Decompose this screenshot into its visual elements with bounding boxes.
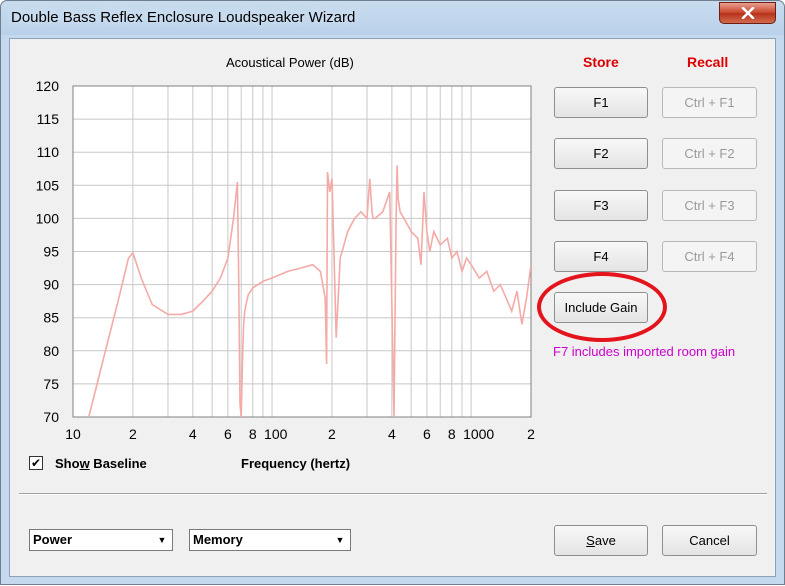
y-tick-label: 80 <box>43 343 59 359</box>
recall-f1-button[interactable]: Ctrl + F1 <box>662 87 757 118</box>
x-tick-label: 1000 <box>463 426 494 442</box>
x-tick-label: 4 <box>388 426 396 442</box>
x-tick-label: 8 <box>448 426 456 442</box>
room-gain-hint: F7 includes imported room gain <box>553 344 736 359</box>
x-tick-label: 8 <box>249 426 257 442</box>
store-header: Store <box>583 54 619 70</box>
recall-header: Recall <box>687 54 729 70</box>
mode-select[interactable]: Power ▼ <box>29 529 173 551</box>
y-tick-label: 100 <box>36 210 60 226</box>
store-f3-button[interactable]: F3 <box>554 190 648 221</box>
y-tick-label: 70 <box>43 409 59 425</box>
x-tick-label: 4 <box>189 426 197 442</box>
x-tick-label: 10 <box>65 426 81 442</box>
recall-f3-button[interactable]: Ctrl + F3 <box>662 190 757 221</box>
separator <box>19 493 767 495</box>
y-tick-label: 105 <box>36 177 60 193</box>
y-tick-label: 90 <box>43 277 59 293</box>
show-baseline-label[interactable]: Show Baseline <box>55 456 147 471</box>
y-tick-label: 115 <box>37 111 60 127</box>
memory-select[interactable]: Memory ▼ <box>189 529 351 551</box>
y-tick-label: 75 <box>43 376 59 392</box>
save-button[interactable]: Save <box>554 525 648 556</box>
y-tick-label: 95 <box>43 244 59 260</box>
x-tick-label: 100 <box>264 426 288 442</box>
store-f1-button[interactable]: F1 <box>554 87 648 118</box>
recall-f2-button[interactable]: Ctrl + F2 <box>662 138 757 169</box>
cancel-button[interactable]: Cancel <box>662 525 757 556</box>
chevron-down-icon[interactable]: ▼ <box>154 532 170 548</box>
y-tick-label: 110 <box>37 144 60 160</box>
y-tick-label: 85 <box>43 310 59 326</box>
x-axis-label: Frequency (hertz) <box>241 456 351 471</box>
mode-select-value: Power <box>33 532 73 547</box>
show-baseline-checkbox[interactable]: ✔ <box>29 456 43 470</box>
x-tick-label: 2 <box>328 426 336 442</box>
y-tick-label: 120 <box>36 78 60 94</box>
recall-f4-button[interactable]: Ctrl + F4 <box>662 241 757 272</box>
memory-select-value: Memory <box>193 532 243 547</box>
x-tick-label: 2 <box>129 426 137 442</box>
annotation-oval <box>537 272 667 342</box>
x-tick-label: 6 <box>423 426 431 442</box>
store-f4-button[interactable]: F4 <box>554 241 648 272</box>
x-tick-label: 2 <box>527 426 535 442</box>
x-tick-label: 6 <box>224 426 232 442</box>
wizard-window: Double Bass Reflex Enclosure Loudspeaker… <box>0 0 785 585</box>
store-f2-button[interactable]: F2 <box>554 138 648 169</box>
chevron-down-icon[interactable]: ▼ <box>332 532 348 548</box>
